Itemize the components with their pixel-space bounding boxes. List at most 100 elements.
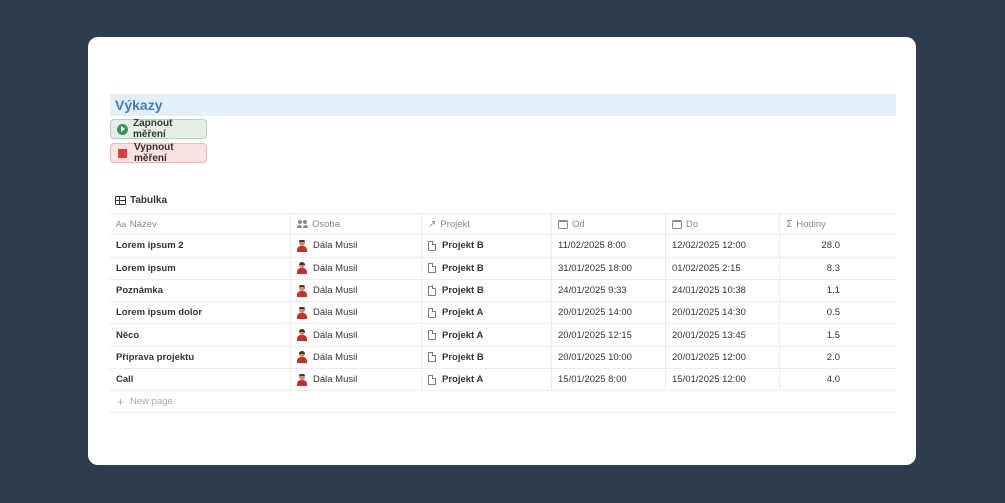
- cell-to[interactable]: 20/01/2025 12:00: [666, 346, 780, 369]
- cell-to[interactable]: 15/01/2025 12:00: [666, 369, 780, 391]
- cell-project[interactable]: Projekt B: [422, 279, 552, 302]
- calendar-icon: [558, 219, 568, 229]
- cell-to[interactable]: 24/01/2025 10:38: [666, 279, 780, 302]
- row-title[interactable]: Call: [116, 374, 133, 385]
- project-link[interactable]: Projekt A: [442, 307, 483, 318]
- to-date: 01/02/2025 2:15: [672, 262, 741, 274]
- user-avatar: [297, 329, 307, 342]
- table-row[interactable]: Lorem ipsum 2 Dála Musil Projekt B 11/02/20…: [110, 235, 896, 258]
- cell-person[interactable]: Dála Musil: [291, 257, 422, 279]
- row-title[interactable]: Lorem ipsum: [116, 263, 176, 274]
- column-header-person[interactable]: Osoba: [291, 214, 422, 235]
- document-icon: [428, 285, 437, 296]
- cell-name[interactable]: Call: [110, 369, 291, 391]
- cell-project[interactable]: Projekt A: [422, 369, 552, 391]
- person-name: Dála Musil: [313, 285, 358, 297]
- cell-hours: 1.1: [780, 280, 896, 301]
- column-header-to[interactable]: Do: [666, 214, 780, 235]
- cell-project[interactable]: Projekt A: [422, 324, 552, 346]
- row-title[interactable]: Lorem ipsum 2: [116, 240, 184, 251]
- project-link[interactable]: Projekt B: [442, 285, 484, 296]
- cell-hours: 28.0: [780, 235, 896, 256]
- user-avatar: [297, 239, 307, 252]
- column-header-from[interactable]: Od: [552, 214, 666, 235]
- column-label: Název: [129, 218, 157, 230]
- cell-person[interactable]: Dála Musil: [291, 235, 422, 257]
- table-row[interactable]: Poznámka Dála Musil Projekt B 24/01/2025 9:…: [110, 279, 896, 303]
- from-date: 31/01/2025 18:00: [558, 262, 632, 274]
- cell-from[interactable]: 20/01/2025 14:00: [552, 302, 666, 324]
- cell-person[interactable]: Dála Musil: [291, 346, 422, 369]
- project-link[interactable]: Projekt A: [442, 374, 483, 385]
- column-header-name[interactable]: Aa Název: [110, 214, 291, 235]
- cell-name[interactable]: Lorem ipsum dolor: [110, 302, 291, 324]
- project-link[interactable]: Projekt A: [442, 330, 483, 341]
- new-page-button[interactable]: + New page: [110, 391, 896, 414]
- to-date: 24/01/2025 10:38: [672, 285, 746, 297]
- cell-person[interactable]: Dála Musil: [291, 279, 422, 302]
- cell-project[interactable]: Projekt B: [422, 346, 552, 369]
- hours-value: 1.1: [826, 285, 840, 297]
- cell-to[interactable]: 20/01/2025 13:45: [666, 324, 780, 346]
- cell-name[interactable]: Poznámka: [110, 279, 291, 302]
- play-icon: [117, 123, 128, 135]
- user-avatar: [297, 373, 307, 386]
- cell-to[interactable]: 12/02/2025 12:00: [666, 235, 780, 257]
- table-row[interactable]: Něco Dála Musil Projekt A 20/01/2025 12:15 2…: [110, 324, 896, 347]
- start-tracking-button[interactable]: Zapnout měření: [110, 118, 207, 140]
- to-date: 12/02/2025 12:00: [672, 240, 746, 252]
- view-tab-table[interactable]: Tabulka: [115, 195, 167, 206]
- from-date: 24/01/2025 9:33: [558, 285, 627, 297]
- cell-to[interactable]: 01/02/2025 2:15: [666, 257, 780, 279]
- cell-name[interactable]: Lorem ipsum: [110, 257, 291, 279]
- cell-from[interactable]: 31/01/2025 18:00: [552, 257, 666, 279]
- table-row[interactable]: Lorem ipsum dolor Dála Musil Projekt A 20/0…: [110, 302, 896, 325]
- person-name: Dála Musil: [313, 351, 358, 363]
- cell-person[interactable]: Dála Musil: [291, 369, 422, 391]
- page-title: Výkazy: [115, 97, 163, 113]
- project-link[interactable]: Projekt B: [442, 352, 484, 363]
- from-date: 15/01/2025 8:00: [558, 374, 627, 386]
- cell-project[interactable]: Projekt B: [422, 235, 552, 257]
- column-header-hours[interactable]: Σ Hodiny: [780, 214, 896, 234]
- table-icon: [115, 196, 126, 205]
- hours-value: 28.0: [821, 240, 841, 252]
- document-icon: [428, 240, 437, 251]
- cell-from[interactable]: 20/01/2025 10:00: [552, 346, 666, 369]
- document-icon: [428, 307, 437, 318]
- cell-from[interactable]: 24/01/2025 9:33: [552, 279, 666, 302]
- person-name: Dála Musil: [313, 329, 358, 341]
- table-row[interactable]: Lorem ipsum Dála Musil Projekt B 31/01/2025…: [110, 257, 896, 280]
- hours-value: 8.3: [826, 262, 840, 274]
- table-row[interactable]: Call Dála Musil Projekt A 15/01/2025 8:00 15…: [110, 369, 896, 392]
- project-link[interactable]: Projekt B: [442, 240, 484, 251]
- stop-tracking-button[interactable]: Vypnout měření: [110, 142, 207, 164]
- cell-to[interactable]: 20/01/2025 14:30: [666, 302, 780, 324]
- row-title[interactable]: Příprava projektu: [116, 352, 194, 363]
- column-label: Od: [572, 218, 585, 230]
- cell-hours: 2.0: [780, 347, 896, 368]
- cell-name[interactable]: Lorem ipsum 2: [110, 235, 291, 257]
- cell-person[interactable]: Dála Musil: [291, 302, 422, 324]
- cell-from[interactable]: 15/01/2025 8:00: [552, 369, 666, 391]
- cell-from[interactable]: 20/01/2025 12:15: [552, 324, 666, 346]
- column-label: Hodiny: [796, 218, 826, 230]
- cell-from[interactable]: 11/02/2025 8:00: [552, 235, 666, 257]
- cell-project[interactable]: Projekt B: [422, 257, 552, 279]
- column-header-project[interactable]: ↗ Projekt: [422, 214, 552, 235]
- view-tab-label: Tabulka: [130, 195, 168, 206]
- calendar-icon: [672, 219, 682, 229]
- cell-project[interactable]: Projekt A: [422, 302, 552, 324]
- cell-name[interactable]: Něco: [110, 324, 291, 346]
- table-row[interactable]: Příprava projektu Dála Musil Projekt B 20/0…: [110, 346, 896, 370]
- cell-name[interactable]: Příprava projektu: [110, 346, 291, 369]
- page-heading: Výkazy: [110, 94, 896, 116]
- row-title[interactable]: Něco: [116, 330, 139, 341]
- to-date: 20/01/2025 13:45: [672, 329, 746, 341]
- row-title[interactable]: Poznámka: [116, 285, 163, 296]
- user-avatar: [297, 306, 307, 319]
- cell-person[interactable]: Dála Musil: [291, 324, 422, 346]
- page-card: Výkazy Zapnout měření Vypnout měření Tab…: [88, 37, 916, 465]
- project-link[interactable]: Projekt B: [442, 263, 484, 274]
- row-title[interactable]: Lorem ipsum dolor: [116, 307, 202, 318]
